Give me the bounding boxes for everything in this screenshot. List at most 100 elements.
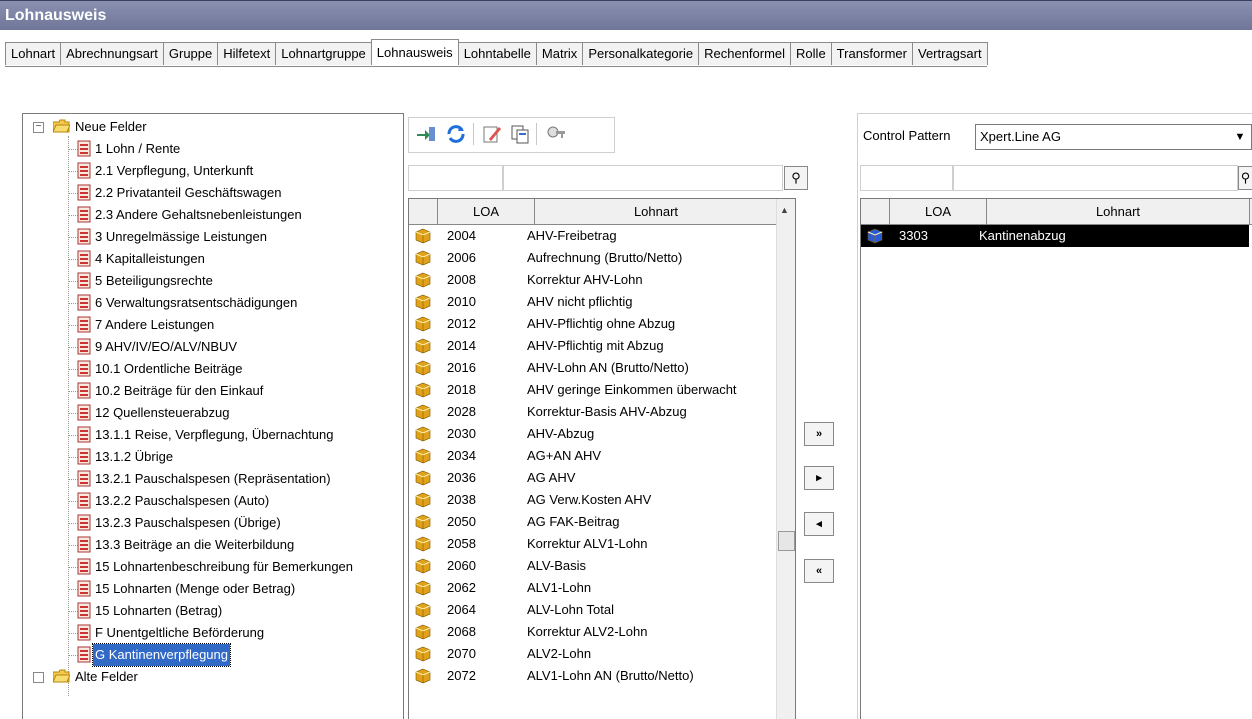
right-loa-filter-input[interactable] (860, 165, 953, 191)
cell-loa: 2038 (447, 492, 476, 507)
tree-item[interactable]: 3 Unregelmässige Leistungen (23, 226, 403, 248)
table-row[interactable]: 2058 Korrektur ALV1-Lohn (409, 533, 776, 555)
tree-item[interactable]: 15 Lohnarten (Betrag) (23, 600, 403, 622)
tree-root-node-2[interactable]: Alte Felder (23, 666, 403, 688)
tree-item[interactable]: 13.2.1 Pauschalspesen (Repräsentation) (23, 468, 403, 490)
import-icon[interactable] (415, 123, 437, 145)
tree-item-label: 4 Kapitalleistungen (95, 251, 205, 266)
table-row[interactable]: 2008 Korrektur AHV-Lohn (409, 269, 776, 291)
right-filter-key-button[interactable]: ⚲ (1238, 166, 1252, 190)
table-row[interactable]: 2004 AHV-Freibetrag (409, 225, 776, 247)
assigned-lohnarten-grid[interactable]: LOA Lohnart 3303 Kantinenabzug (860, 198, 1252, 719)
tree-item[interactable]: 2.3 Andere Gehaltsnebenleistungen (23, 204, 403, 226)
tree-root-node[interactable]: − Neue Felder (23, 116, 403, 138)
tree-item[interactable]: 13.1.2 Übrige (23, 446, 403, 468)
copy-icon[interactable] (509, 123, 531, 145)
tree-item[interactable]: 9 AHV/IV/EO/ALV/NBUV (23, 336, 403, 358)
filter-key-button[interactable]: ⚲ (784, 166, 808, 190)
column-header-loa[interactable]: LOA (438, 199, 535, 224)
tree-item[interactable]: 4 Kapitalleistungen (23, 248, 403, 270)
vertical-scrollbar[interactable]: ▲ (776, 199, 795, 719)
tree-item[interactable]: 10.2 Beiträge für den Einkauf (23, 380, 403, 402)
document-icon (77, 162, 91, 179)
tab-personalkategorie[interactable]: Personalkategorie (582, 42, 700, 65)
cell-loa: 2018 (447, 382, 476, 397)
table-row[interactable]: 2062 ALV1-Lohn (409, 577, 776, 599)
lohnart-filter-input[interactable] (503, 165, 783, 191)
tree-item[interactable]: 10.1 Ordentliche Beiträge (23, 358, 403, 380)
tree-item[interactable]: 2.2 Privatanteil Geschäftswagen (23, 182, 403, 204)
collapse-icon[interactable]: − (33, 122, 44, 133)
tree-item[interactable]: 15 Lohnartenbeschreibung für Bemerkungen (23, 556, 403, 578)
chevron-down-icon[interactable]: ▼ (1231, 127, 1249, 147)
tree-item[interactable]: 12 Quellensteuerabzug (23, 402, 403, 424)
document-icon (77, 184, 91, 201)
toolbar-separator (536, 123, 537, 145)
column-header-lohnart[interactable]: Lohnart (535, 199, 777, 224)
tree-item[interactable]: 5 Beteiligungsrechte (23, 270, 403, 292)
table-row[interactable]: 2064 ALV-Lohn Total (409, 599, 776, 621)
tree-item[interactable]: 2.1 Verpflegung, Unterkunft (23, 160, 403, 182)
table-row[interactable]: 2028 Korrektur-Basis AHV-Abzug (409, 401, 776, 423)
tree-item[interactable]: 15 Lohnarten (Menge oder Betrag) (23, 578, 403, 600)
key-settings-icon[interactable] (545, 123, 567, 145)
move-left-button[interactable]: ◂ (804, 512, 834, 536)
table-row[interactable]: 2068 Korrektur ALV2-Lohn (409, 621, 776, 643)
tab-vertragsart[interactable]: Vertragsart (911, 42, 988, 65)
tree-item[interactable]: F Unentgeltliche Beförderung (23, 622, 403, 644)
control-pattern-select[interactable]: Xpert.Line AG ▼ (975, 124, 1252, 150)
loa-filter-input[interactable] (408, 165, 503, 191)
table-row[interactable]: 2006 Aufrechnung (Brutto/Netto) (409, 247, 776, 269)
move-all-right-button[interactable]: » (804, 422, 834, 446)
tree-item[interactable]: 6 Verwaltungsratsentschädigungen (23, 292, 403, 314)
field-tree[interactable]: − Neue Felder 1 Lohn / Rente 2.1 Verpflegun… (22, 113, 404, 719)
cell-lohnart: AG+AN AHV (527, 448, 602, 463)
column-header-loa[interactable]: LOA (890, 199, 987, 224)
scroll-up-icon[interactable]: ▲ (780, 205, 789, 215)
edit-icon[interactable] (481, 123, 503, 145)
tab-lohntabelle[interactable]: Lohntabelle (457, 42, 537, 65)
table-row[interactable]: 3303 Kantinenabzug (861, 225, 1249, 247)
table-row[interactable]: 2010 AHV nicht pflichtig (409, 291, 776, 313)
tab-gruppe[interactable]: Gruppe (162, 42, 219, 65)
cell-lohnart: AG FAK-Beitrag (527, 514, 620, 529)
table-row[interactable]: 2016 AHV-Lohn AN (Brutto/Netto) (409, 357, 776, 379)
table-row[interactable]: 2014 AHV-Pflichtig mit Abzug (409, 335, 776, 357)
table-row[interactable]: 2050 AG FAK-Beitrag (409, 511, 776, 533)
refresh-icon[interactable] (445, 123, 467, 145)
table-row[interactable]: 2060 ALV-Basis (409, 555, 776, 577)
available-lohnarten-grid[interactable]: LOA Lohnart ▲ 2004 AHV-Freibetrag 2006 Aufr… (408, 198, 796, 719)
tab-rolle[interactable]: Rolle (790, 42, 832, 65)
tab-transformer[interactable]: Transformer (830, 42, 913, 65)
right-lohnart-filter-input[interactable] (953, 165, 1238, 191)
table-row[interactable]: 2012 AHV-Pflichtig ohne Abzug (409, 313, 776, 335)
column-header-lohnart[interactable]: Lohnart (987, 199, 1250, 224)
move-right-button[interactable]: ▸ (804, 466, 834, 490)
tab-lohnausweis[interactable]: Lohnausweis (370, 39, 459, 65)
table-row[interactable]: 2030 AHV-Abzug (409, 423, 776, 445)
document-icon (77, 514, 91, 531)
tree-item[interactable]: 13.2.2 Pauschalspesen (Auto) (23, 490, 403, 512)
key-icon: ⚲ (791, 170, 801, 185)
tree-item[interactable]: 7 Andere Leistungen (23, 314, 403, 336)
table-row[interactable]: 2038 AG Verw.Kosten AHV (409, 489, 776, 511)
table-row[interactable]: 2034 AG+AN AHV (409, 445, 776, 467)
expand-icon[interactable] (33, 672, 44, 683)
table-row[interactable]: 2072 ALV1-Lohn AN (Brutto/Netto) (409, 665, 776, 687)
table-row[interactable]: 2018 AHV geringe Einkommen überwacht (409, 379, 776, 401)
tree-item[interactable]: G Kantinenverpflegung (23, 643, 403, 667)
tab-lohnartgruppe[interactable]: Lohnartgruppe (275, 42, 372, 65)
tree-item[interactable]: 1 Lohn / Rente (23, 138, 403, 160)
scroll-thumb[interactable] (778, 531, 795, 551)
move-all-left-button[interactable]: « (804, 559, 834, 583)
tab-abrechnungsart[interactable]: Abrechnungsart (60, 42, 164, 65)
tree-item[interactable]: 13.3 Beiträge an die Weiterbildung (23, 534, 403, 556)
table-row[interactable]: 2036 AG AHV (409, 467, 776, 489)
tree-item[interactable]: 13.1.1 Reise, Verpflegung, Übernachtung (23, 424, 403, 446)
tab-rechenformel[interactable]: Rechenformel (698, 42, 792, 65)
tree-item[interactable]: 13.2.3 Pauschalspesen (Übrige) (23, 512, 403, 534)
tab-matrix[interactable]: Matrix (535, 42, 584, 65)
table-row[interactable]: 2070 ALV2-Lohn (409, 643, 776, 665)
tab-lohnart[interactable]: Lohnart (5, 42, 62, 65)
tab-hilfetext[interactable]: Hilfetext (217, 42, 277, 65)
